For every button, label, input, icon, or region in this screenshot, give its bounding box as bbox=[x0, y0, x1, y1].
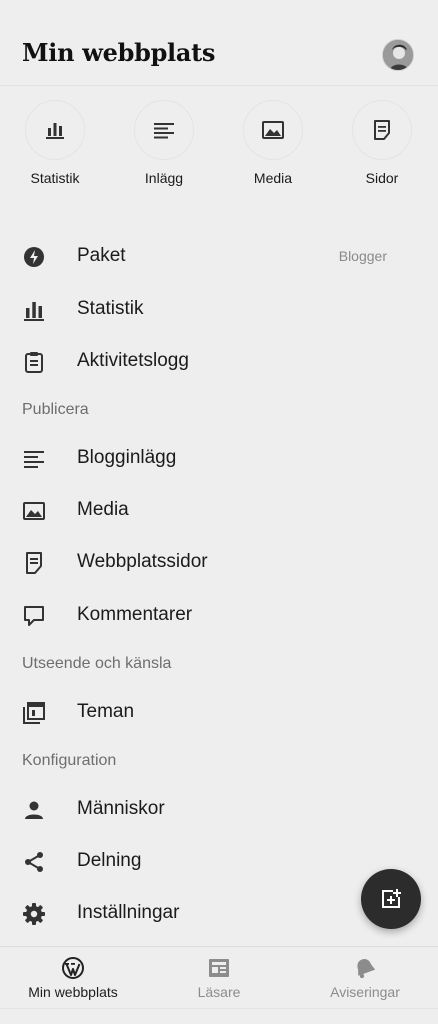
menu-item-label: Kommentarer bbox=[77, 604, 193, 625]
gear-icon bbox=[22, 902, 46, 926]
share-icon bbox=[22, 850, 46, 874]
posts-icon bbox=[22, 447, 46, 471]
bar-chart-icon bbox=[22, 298, 46, 322]
section-heading-utseende: Utseende och känsla bbox=[22, 655, 172, 672]
wordpress-icon bbox=[0, 956, 146, 980]
clipboard-icon bbox=[22, 350, 46, 374]
menu-item-label: Webbplatssidor bbox=[77, 551, 208, 572]
tab-min-webbplats[interactable]: Min webbplats bbox=[0, 947, 146, 1009]
quick-action-media[interactable]: Media bbox=[223, 100, 323, 186]
menu-item-label: Paket bbox=[77, 245, 126, 266]
menu-item-kommentarer[interactable]: Kommentarer bbox=[0, 589, 438, 641]
my-site-screen: Min webbplats Statistik Inlägg Media Sid… bbox=[0, 0, 438, 1024]
avatar[interactable] bbox=[382, 39, 414, 71]
menu-item-label: Teman bbox=[77, 701, 135, 722]
quick-action-label: Statistik bbox=[30, 170, 80, 186]
tab-label: Aviseringar bbox=[330, 984, 400, 1000]
quick-action-statistik[interactable]: Statistik bbox=[5, 100, 105, 186]
image-icon bbox=[243, 100, 303, 160]
menu-item-manniskor[interactable]: Människor bbox=[0, 783, 438, 835]
quick-action-inlagg[interactable]: Inlägg bbox=[114, 100, 214, 186]
system-navigation-bar bbox=[0, 1008, 438, 1024]
menu-item-label: Statistik bbox=[77, 298, 144, 319]
bar-chart-icon bbox=[25, 100, 85, 160]
bell-icon bbox=[292, 956, 438, 980]
themes-icon bbox=[22, 701, 46, 725]
comment-icon bbox=[22, 604, 46, 628]
tab-aviseringar[interactable]: Aviseringar bbox=[292, 947, 438, 1009]
menu-item-label: Aktivitetslogg bbox=[77, 350, 189, 371]
quick-action-label: Sidor bbox=[365, 170, 399, 186]
menu-item-statistik[interactable]: Statistik bbox=[0, 283, 438, 335]
menu-item-label: Blogginlägg bbox=[77, 447, 177, 468]
plan-icon bbox=[22, 245, 46, 269]
reader-icon bbox=[146, 956, 292, 980]
menu-item-label: Inställningar bbox=[77, 902, 180, 923]
page-icon bbox=[22, 551, 46, 575]
tab-label: Läsare bbox=[197, 984, 241, 1000]
posts-icon bbox=[134, 100, 194, 160]
bottom-navigation: Min webbplats Läsare Aviseringar bbox=[0, 946, 438, 1008]
menu-item-label: Media bbox=[77, 499, 129, 520]
quick-action-sidor[interactable]: Sidor bbox=[332, 100, 432, 186]
add-post-icon bbox=[382, 889, 401, 908]
quick-action-label: Inlägg bbox=[144, 170, 184, 186]
site-title[interactable]: Min webbplats bbox=[22, 38, 215, 67]
section-heading-konfiguration: Konfiguration bbox=[22, 752, 117, 769]
page-icon bbox=[352, 100, 412, 160]
plan-name: Blogger bbox=[338, 248, 387, 264]
tab-lasare[interactable]: Läsare bbox=[146, 947, 292, 1009]
menu-item-teman[interactable]: Teman bbox=[0, 686, 438, 738]
header: Min webbplats bbox=[0, 0, 438, 86]
quick-actions: Statistik Inlägg Media Sidor bbox=[0, 100, 438, 200]
section-heading-publicera: Publicera bbox=[22, 401, 89, 418]
menu-item-paket[interactable]: Paket Blogger bbox=[0, 230, 438, 282]
person-icon bbox=[22, 798, 46, 822]
image-icon bbox=[22, 499, 46, 523]
quick-action-label: Media bbox=[253, 170, 293, 186]
create-new-button[interactable] bbox=[361, 869, 421, 929]
menu-item-aktivitetslogg[interactable]: Aktivitetslogg bbox=[0, 335, 438, 387]
tab-label: Min webbplats bbox=[28, 984, 118, 1000]
menu-item-label: Människor bbox=[77, 798, 165, 819]
menu-item-media[interactable]: Media bbox=[0, 484, 438, 536]
menu-item-blogginlagg[interactable]: Blogginlägg bbox=[0, 432, 438, 484]
menu-item-label: Delning bbox=[77, 850, 142, 871]
menu-item-webbplatssidor[interactable]: Webbplatssidor bbox=[0, 536, 438, 588]
